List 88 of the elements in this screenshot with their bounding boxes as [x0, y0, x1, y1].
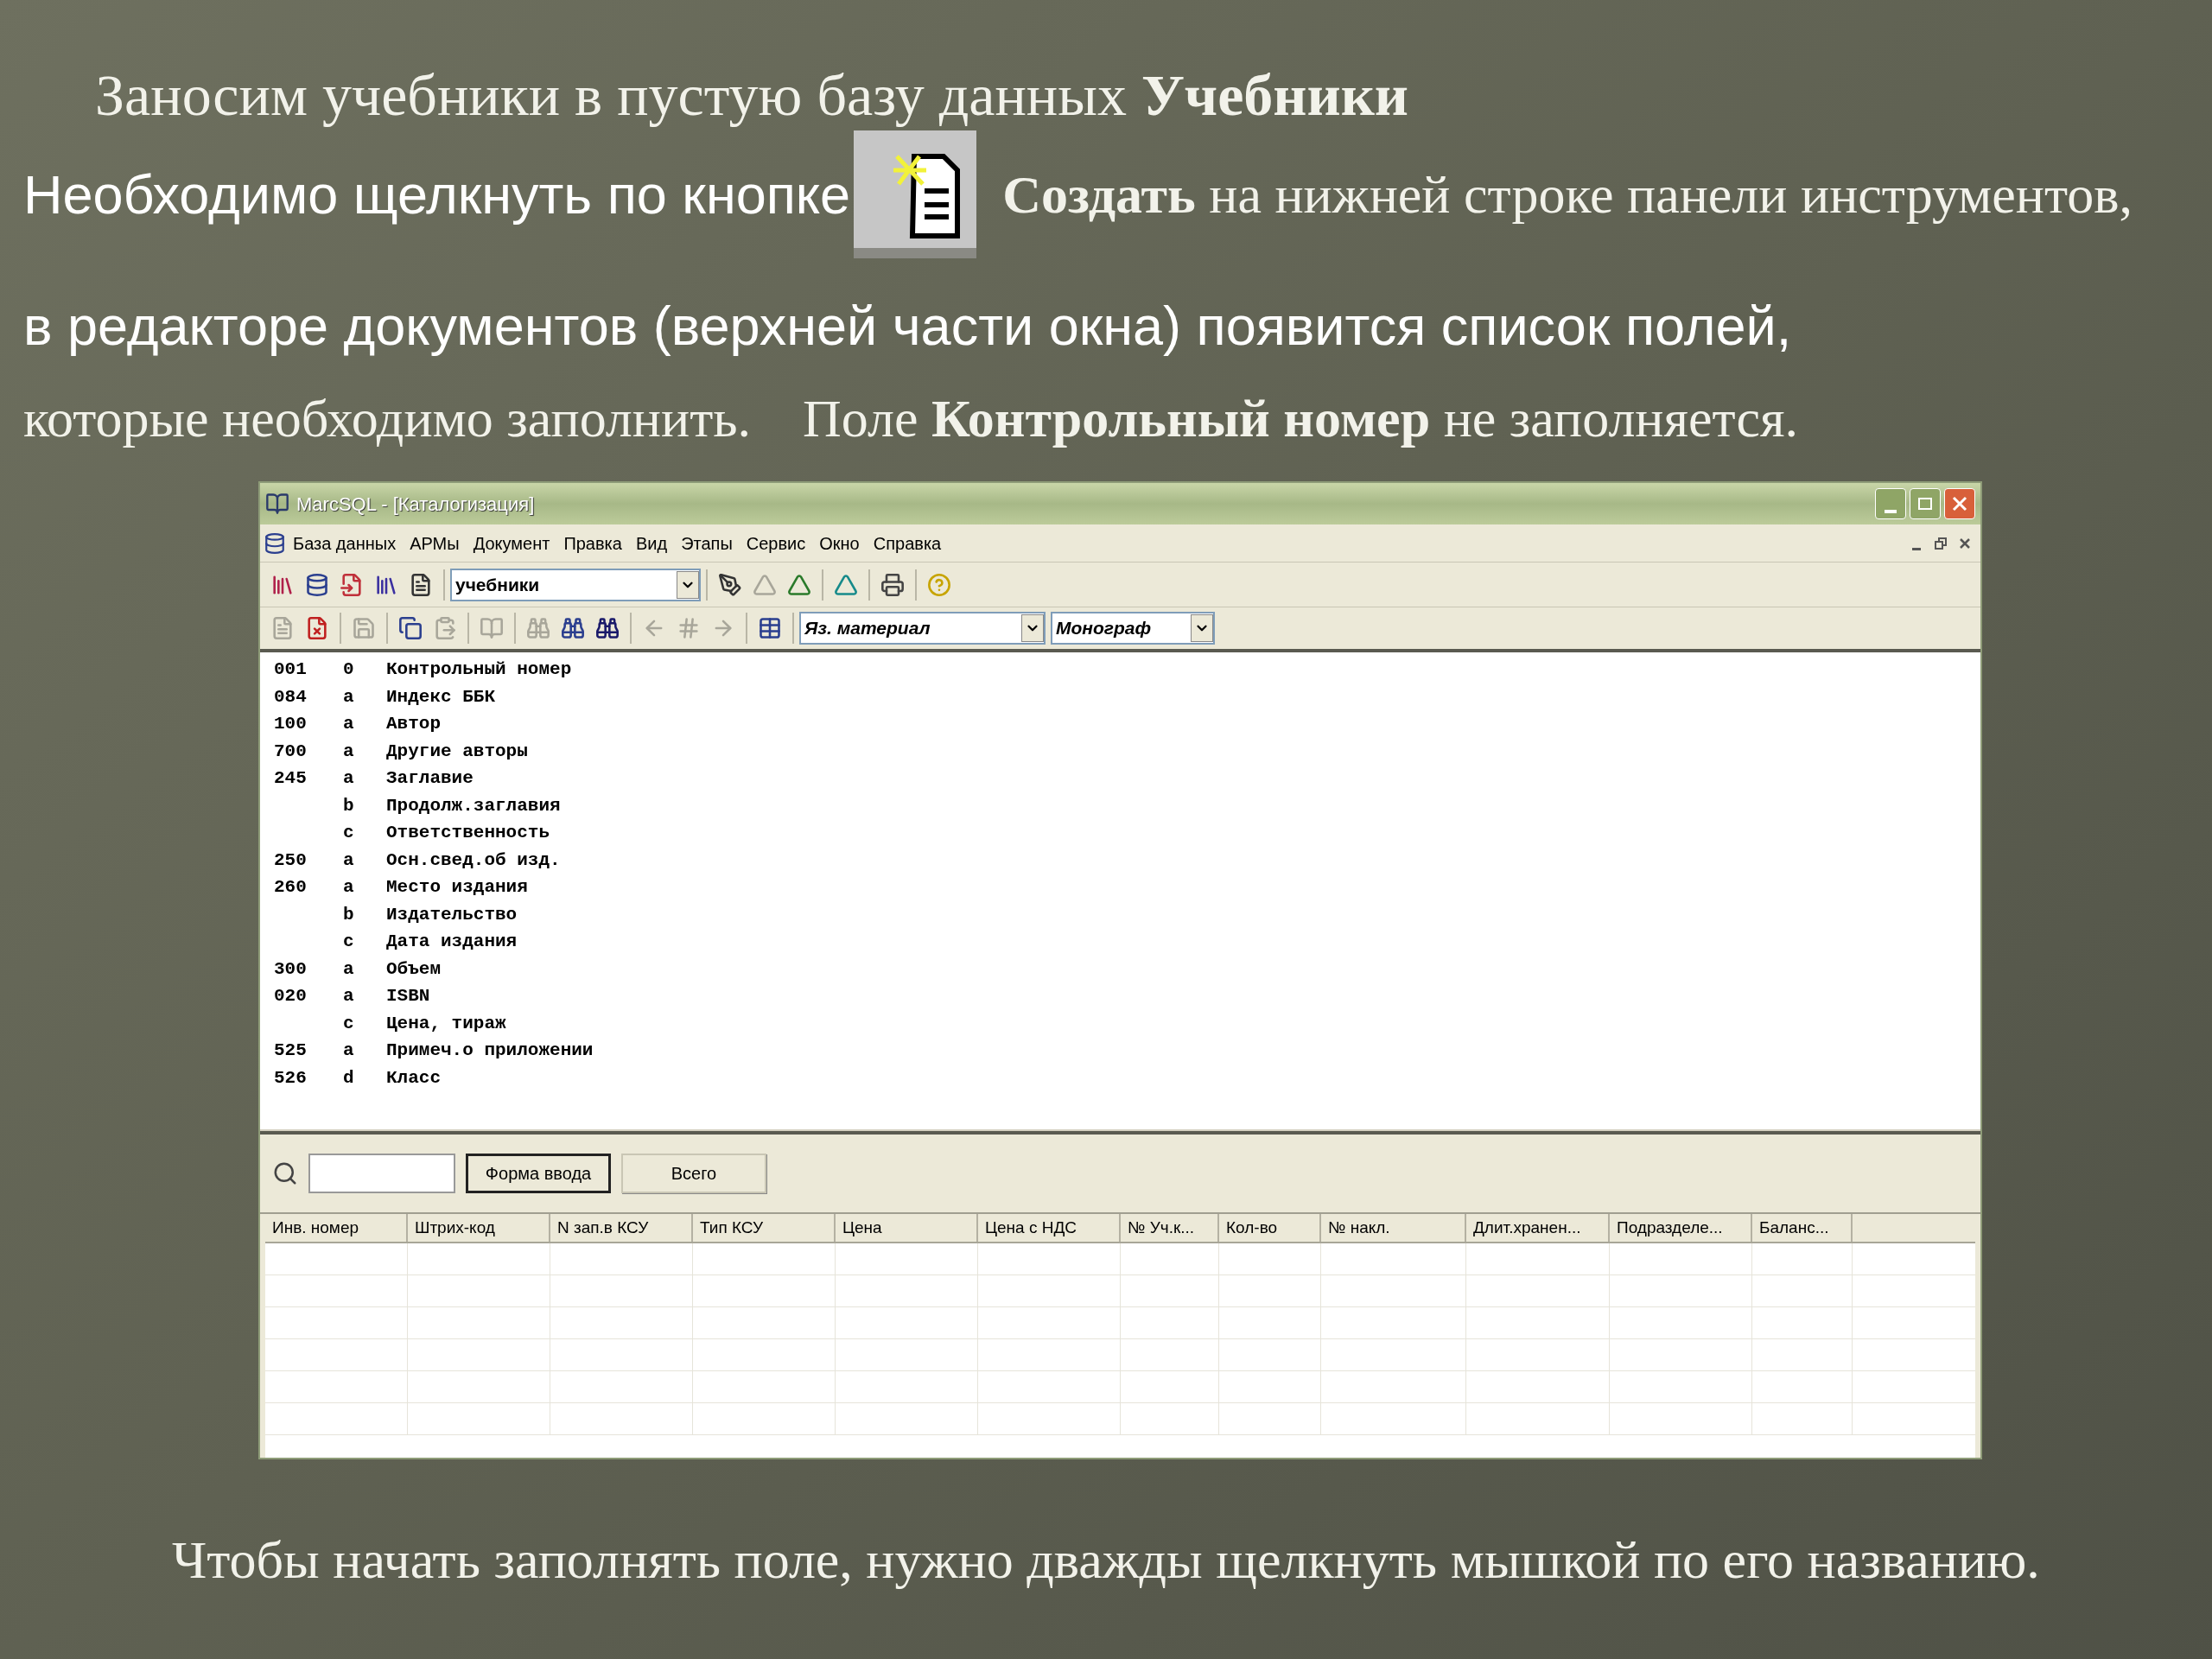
instruction-text: Необходимо щелкнуть по кнопке: [23, 162, 851, 226]
menu-item[interactable]: Вид: [628, 530, 675, 556]
field-name[interactable]: Продолж.заглавия: [386, 791, 561, 819]
search-field[interactable]: [308, 1154, 455, 1193]
field-name[interactable]: Контрольный номер: [386, 656, 572, 683]
restore-icon: [1934, 536, 1948, 550]
column-header[interactable]: Инв. номер: [265, 1214, 408, 1242]
column-header[interactable]: № Уч.к...: [1121, 1214, 1219, 1242]
menu-item[interactable]: Справка: [866, 530, 949, 556]
subfield-code: a: [343, 685, 355, 709]
menu-item[interactable]: База данных: [286, 530, 404, 556]
dropdown-field[interactable]: учебники: [450, 568, 701, 601]
menu-item[interactable]: Окно: [812, 530, 867, 556]
minimize-icon: [1912, 547, 1921, 550]
instruction-text: которые необходимо заполнить.: [23, 391, 752, 446]
subfield-code: b: [343, 903, 355, 926]
field-name[interactable]: Заглавие: [386, 765, 474, 792]
form-button[interactable]: Всего: [621, 1154, 766, 1193]
dropdown-field[interactable]: Монограф: [1051, 612, 1215, 645]
field-name[interactable]: Дата издания: [386, 928, 518, 956]
field-tag: 260: [274, 877, 307, 897]
menu-item[interactable]: Этапы: [674, 530, 740, 556]
subfield-code: c: [343, 931, 355, 953]
dropdown-field[interactable]: Яз. материал: [799, 612, 1046, 645]
subfield-code: c: [343, 1012, 355, 1035]
column-header[interactable]: Баланс...: [1752, 1214, 1853, 1242]
column-header[interactable]: Длит.хранен...: [1466, 1214, 1610, 1242]
subfield-code: a: [343, 1039, 355, 1062]
field-tag: 020: [274, 986, 307, 1006]
subfield-code: 0: [343, 658, 355, 681]
minimize-button[interactable]: [1875, 488, 1906, 519]
field-tag: 001: [274, 659, 307, 679]
field-name[interactable]: Издательство: [386, 900, 518, 928]
column-header[interactable]: Цена с НДС: [978, 1214, 1121, 1242]
column-header[interactable]: Подразделе...: [1610, 1214, 1752, 1242]
slide-heading: Заносим учебники в пустую базу данных Учебники: [95, 62, 1409, 128]
subfield-code: b: [343, 794, 355, 817]
subfield-code: a: [343, 849, 355, 872]
column-header[interactable]: Цена: [836, 1214, 978, 1242]
subfield-code: a: [343, 985, 355, 1007]
subfield-code: a: [343, 767, 355, 790]
column-header[interactable]: Тип КСУ: [693, 1214, 836, 1242]
field-name[interactable]: Класс: [386, 1064, 441, 1091]
field-name[interactable]: Цена, тираж: [386, 1009, 506, 1037]
app-icon: [265, 492, 289, 516]
field-tag: 300: [274, 958, 307, 979]
subfield-code: a: [343, 740, 355, 763]
maximize-button[interactable]: [1910, 488, 1941, 519]
field-name[interactable]: Примеч.о приложении: [386, 1037, 594, 1065]
close-icon: [1958, 536, 1972, 550]
field-name[interactable]: Объем: [386, 955, 441, 982]
subfield-code: c: [343, 822, 355, 844]
new-document-icon: [854, 130, 977, 258]
field-name[interactable]: ISBN: [386, 982, 430, 1010]
field-tag: 245: [274, 768, 307, 788]
field-tag: 084: [274, 686, 307, 707]
subfield-code: a: [343, 713, 355, 735]
instruction-text: Создать на нижней строке панели инструментов,: [1002, 163, 2133, 226]
field-name[interactable]: Другие авторы: [386, 737, 528, 765]
field-tag: 526: [274, 1067, 307, 1088]
subfield-code: a: [343, 876, 355, 899]
footer-text: Чтобы начать заполнять поле, нужно дважды щелкнуть мышкой по его названию.: [172, 1530, 2040, 1589]
menu-item[interactable]: Документ: [466, 530, 557, 556]
note-text: Поле Контрольный номер не заполняется.: [803, 391, 1798, 446]
instruction-text: в редакторе документов (верхней части окна) появится список полей,: [23, 296, 1792, 356]
column-header[interactable]: Кол-во: [1219, 1214, 1321, 1242]
menu-item[interactable]: АРМы: [403, 530, 467, 556]
field-name[interactable]: Индекс ББК: [386, 683, 496, 710]
menu-item[interactable]: Правка: [556, 530, 629, 556]
subfield-code: a: [343, 957, 355, 981]
field-name[interactable]: Место издания: [386, 874, 528, 901]
close-button[interactable]: [1944, 488, 1975, 519]
menu-item[interactable]: Сервис: [739, 530, 813, 556]
field-tag: 700: [274, 741, 307, 761]
field-name[interactable]: Осн.свед.об изд.: [386, 846, 561, 874]
field-tag: 250: [274, 849, 307, 870]
field-name[interactable]: Ответственность: [386, 819, 550, 847]
field-tag: 525: [274, 1040, 307, 1060]
close-icon: [1951, 495, 1968, 512]
subfield-code: d: [343, 1066, 355, 1090]
column-header[interactable]: Штрих-код: [408, 1214, 550, 1242]
field-name[interactable]: Автор: [386, 710, 441, 738]
column-header[interactable]: № накл.: [1321, 1214, 1466, 1242]
column-header[interactable]: N зап.в КСУ: [550, 1214, 693, 1242]
search-icon: [272, 1160, 298, 1186]
field-tag: 100: [274, 714, 307, 734]
window-title: MarcSQL - [Каталогизация]: [296, 492, 535, 517]
form-button[interactable]: Форма ввода: [466, 1154, 611, 1193]
